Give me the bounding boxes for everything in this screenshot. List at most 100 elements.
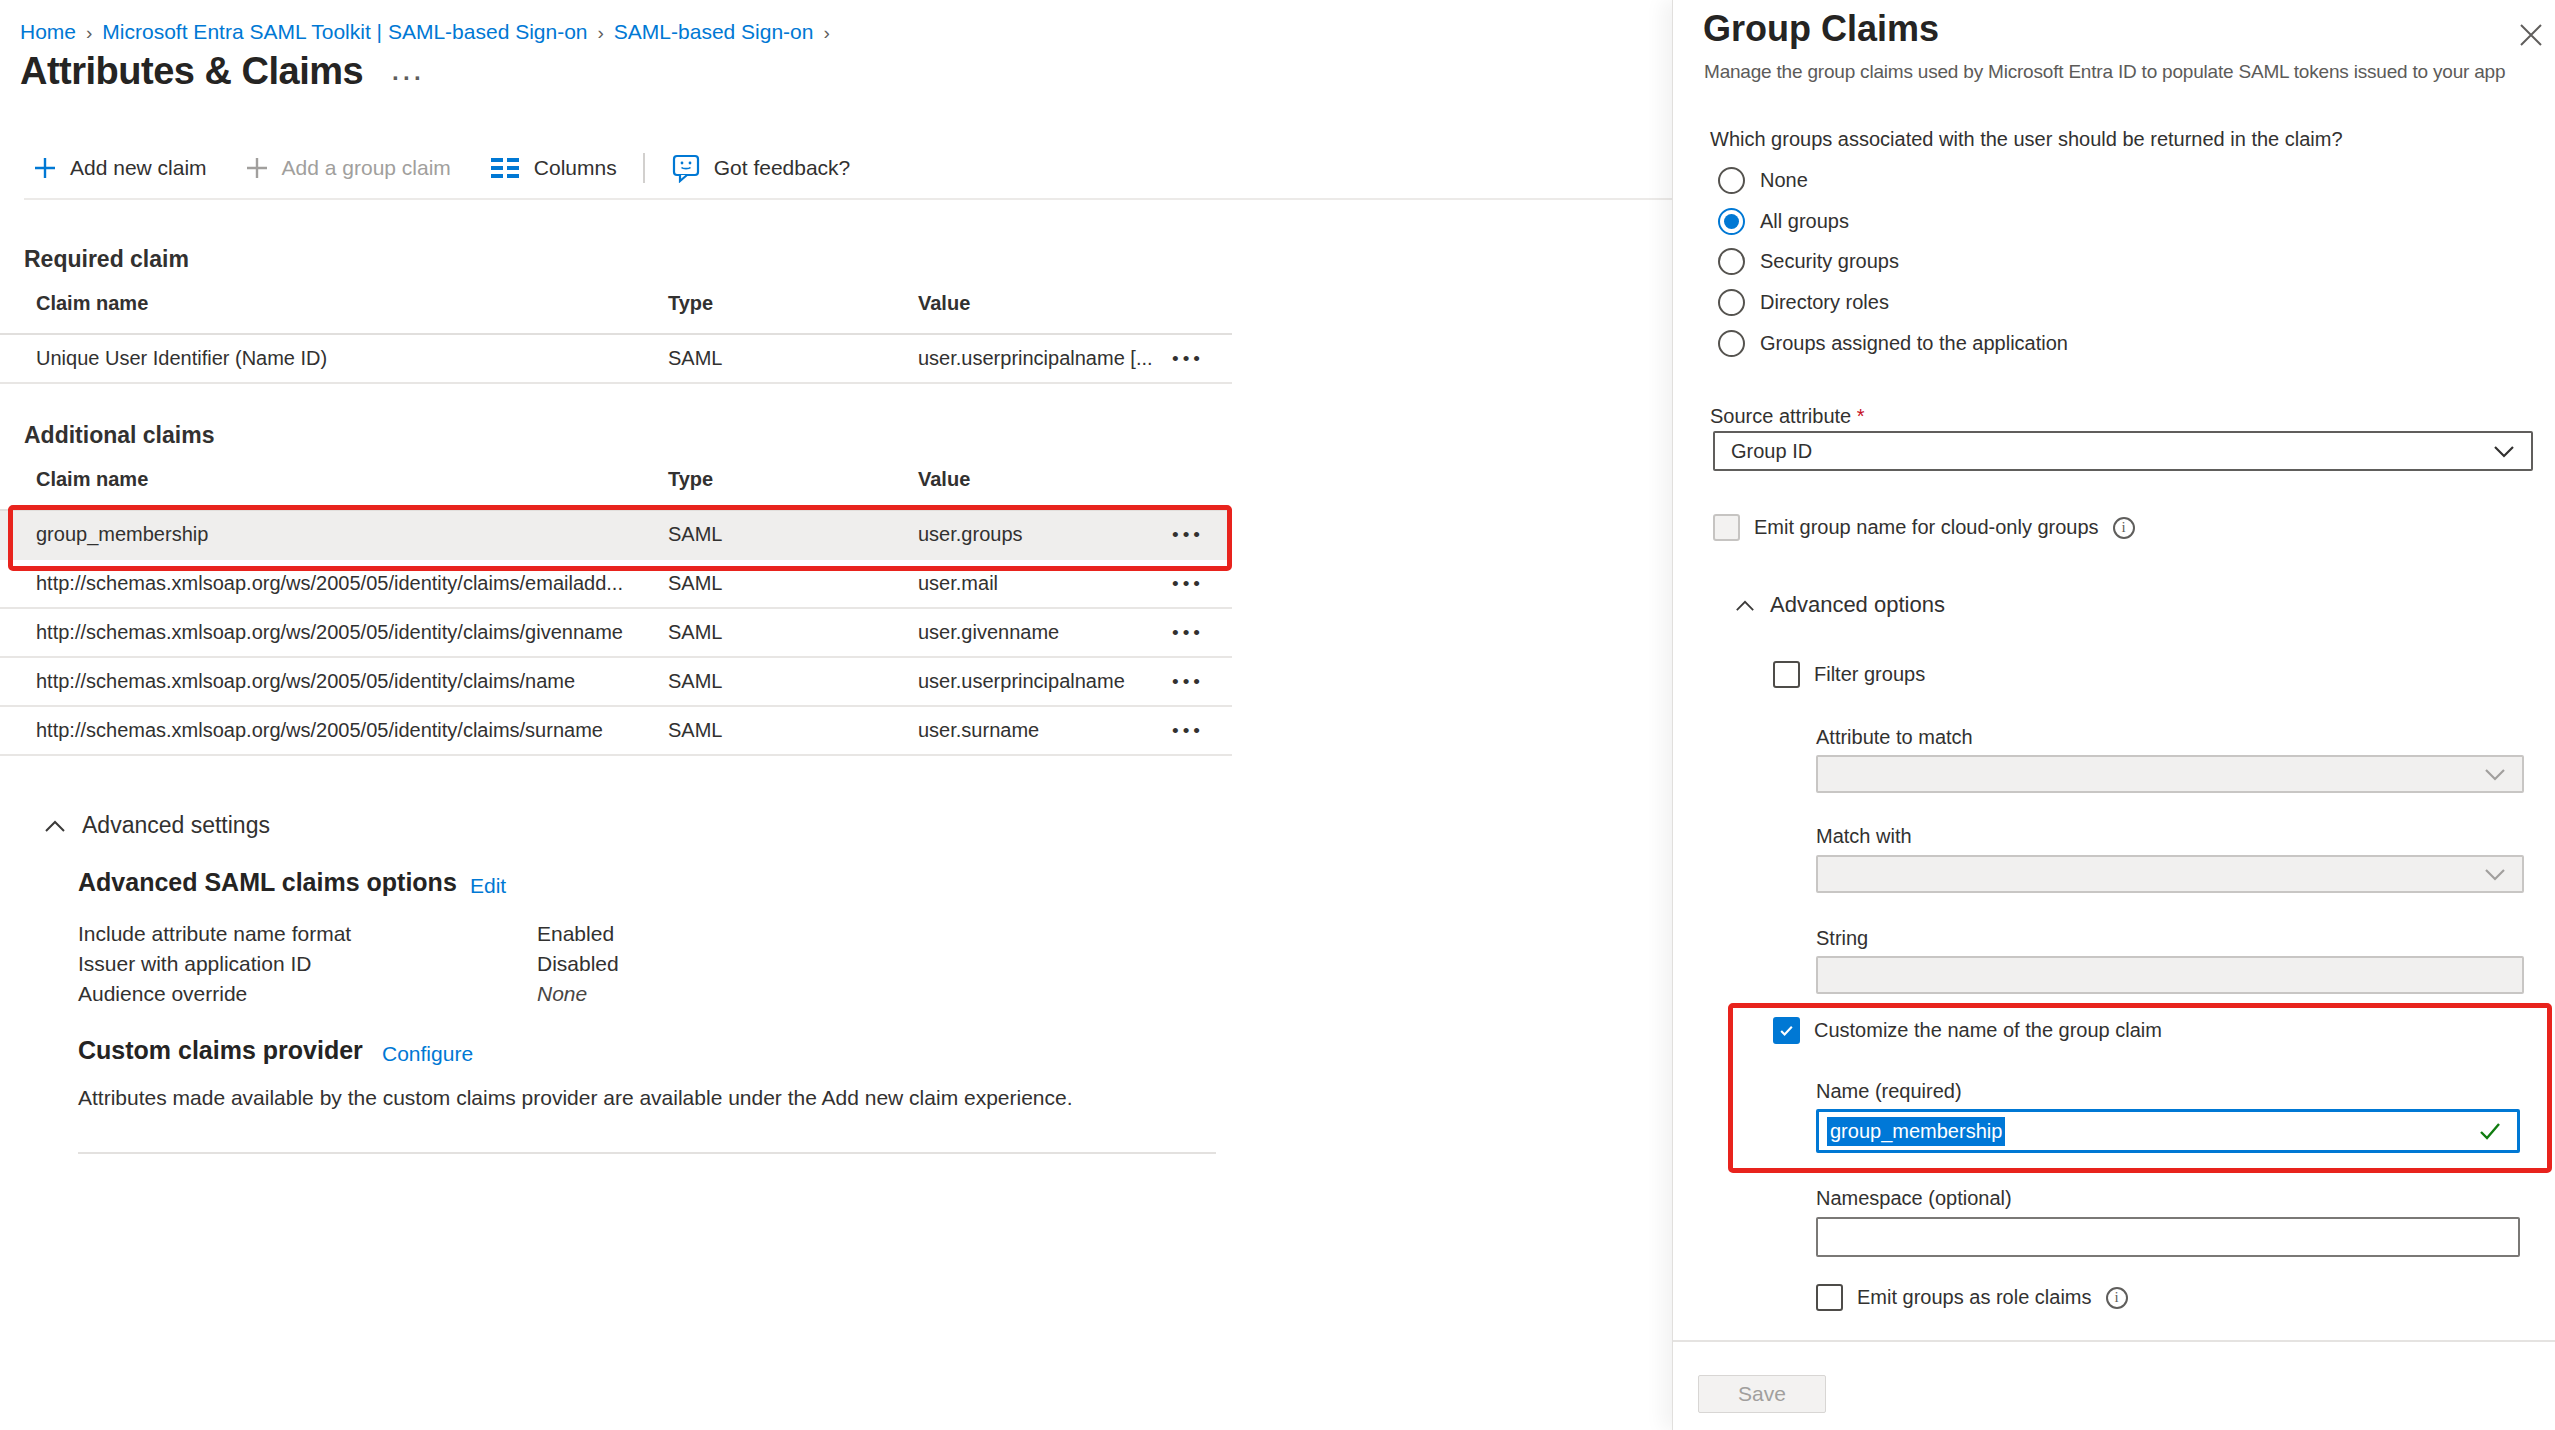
match-with-dropdown[interactable]	[1816, 855, 2524, 893]
group-claim-name-input[interactable]: group_membership	[1816, 1109, 2520, 1153]
radio-icon	[1718, 289, 1745, 316]
checkbox-unchecked-icon	[1773, 661, 1800, 688]
plus-icon	[245, 156, 269, 180]
chevron-down-icon	[2484, 868, 2506, 881]
add-group-claim-button[interactable]: Add a group claim	[245, 156, 451, 180]
row-menu-button[interactable]: •••	[1158, 720, 1218, 742]
valid-check-icon	[2477, 1118, 2503, 1144]
namespace-input[interactable]	[1816, 1217, 2520, 1257]
table-row[interactable]: http://schemas.xmlsoap.org/ws/2005/05/id…	[0, 560, 1232, 609]
customize-name-label: Customize the name of the group claim	[1814, 1019, 2162, 1042]
claim-type: SAML	[668, 670, 918, 693]
name-required-label: Name (required)	[1816, 1080, 1962, 1103]
table-row[interactable]: http://schemas.xmlsoap.org/ws/2005/05/id…	[0, 658, 1232, 707]
breadcrumb-separator: ›	[823, 22, 829, 43]
filter-groups-label: Filter groups	[1814, 663, 1925, 686]
info-icon[interactable]: i	[2106, 1287, 2128, 1309]
radio-icon	[1718, 248, 1745, 275]
radio-option-none[interactable]: None	[1718, 167, 1808, 194]
row-menu-button[interactable]: •••	[1158, 622, 1218, 644]
info-icon[interactable]: i	[2113, 517, 2135, 539]
claim-type: SAML	[668, 347, 918, 370]
section-divider	[78, 1152, 1216, 1154]
radio-label: All groups	[1760, 210, 1849, 233]
string-input[interactable]	[1816, 956, 2524, 994]
source-attribute-dropdown[interactable]: Group ID	[1713, 431, 2533, 471]
claim-name: http://schemas.xmlsoap.org/ws/2005/05/id…	[36, 572, 668, 595]
required-claim-heading: Required claim	[24, 246, 189, 273]
radio-icon	[1718, 330, 1745, 357]
table-row-group-membership[interactable]: group_membership SAML user.groups •••	[0, 511, 1232, 560]
table-row[interactable]: http://schemas.xmlsoap.org/ws/2005/05/id…	[0, 707, 1232, 756]
chevron-down-icon	[2484, 768, 2506, 781]
claim-name: Unique User Identifier (Name ID)	[36, 347, 668, 370]
row-menu-button[interactable]: •••	[1158, 524, 1218, 546]
custom-claims-provider-description: Attributes made available by the custom …	[78, 1086, 1073, 1110]
radio-icon	[1718, 167, 1745, 194]
kv-value: Enabled	[537, 922, 614, 946]
table-row[interactable]: http://schemas.xmlsoap.org/ws/2005/05/id…	[0, 609, 1232, 658]
breadcrumb-separator: ›	[598, 22, 604, 43]
selected-text: group_membership	[1827, 1117, 2005, 1146]
source-attribute-value: Group ID	[1731, 440, 1812, 463]
close-icon[interactable]	[2518, 22, 2544, 48]
add-new-claim-label: Add new claim	[70, 156, 207, 180]
saml-options-heading: Advanced SAML claims options	[78, 868, 457, 897]
plus-icon	[33, 156, 57, 180]
breadcrumb-toolkit[interactable]: Microsoft Entra SAML Toolkit | SAML-base…	[102, 20, 587, 43]
radio-option-security-groups[interactable]: Security groups	[1718, 248, 1899, 275]
claim-type: SAML	[668, 572, 918, 595]
breadcrumb-separator: ›	[86, 22, 92, 43]
emit-group-name-checkbox-row[interactable]: Emit group name for cloud-only groups i	[1713, 514, 2135, 541]
add-new-claim-button[interactable]: Add new claim	[33, 156, 207, 180]
claim-type: SAML	[668, 523, 918, 546]
advanced-settings-label: Advanced settings	[82, 812, 270, 839]
radio-label: Directory roles	[1760, 291, 1889, 314]
table-row[interactable]: Unique User Identifier (Name ID) SAML us…	[0, 335, 1232, 384]
source-attribute-label-text: Source attribute	[1710, 405, 1851, 427]
table-header: Claim name Type Value	[0, 462, 1232, 511]
row-menu-button[interactable]: •••	[1158, 573, 1218, 595]
add-group-claim-label: Add a group claim	[282, 156, 451, 180]
radio-option-all-groups[interactable]: All groups	[1718, 208, 1849, 235]
radio-label: Security groups	[1760, 250, 1899, 273]
command-bar: Add new claim Add a group claim Columns …	[33, 148, 850, 188]
row-menu-button[interactable]: •••	[1158, 348, 1218, 370]
advanced-settings-toggle[interactable]: Advanced settings	[44, 812, 270, 839]
claim-type: SAML	[668, 621, 918, 644]
customize-name-checkbox-row[interactable]: Customize the name of the group claim	[1773, 1017, 2162, 1044]
col-claim-name: Claim name	[36, 292, 668, 315]
chevron-down-icon	[2493, 445, 2515, 458]
additional-claims-table: Claim name Type Value group_membership S…	[0, 462, 1232, 756]
edit-link[interactable]: Edit	[470, 874, 506, 898]
feedback-label: Got feedback?	[714, 156, 851, 180]
footer-divider	[1673, 1340, 2555, 1342]
toolbar-divider	[24, 198, 1672, 200]
required-claim-table: Claim name Type Value Unique User Identi…	[0, 286, 1232, 384]
breadcrumb-home[interactable]: Home	[20, 20, 76, 43]
attribute-to-match-label: Attribute to match	[1816, 726, 1973, 749]
radio-option-directory-roles[interactable]: Directory roles	[1718, 289, 1889, 316]
advanced-options-toggle[interactable]: Advanced options	[1735, 592, 1945, 618]
columns-label: Columns	[534, 156, 617, 180]
claim-name: http://schemas.xmlsoap.org/ws/2005/05/id…	[36, 621, 668, 644]
feedback-button[interactable]: Got feedback?	[671, 153, 851, 183]
configure-link[interactable]: Configure	[382, 1042, 473, 1066]
attribute-to-match-dropdown[interactable]	[1816, 755, 2524, 793]
col-value: Value	[918, 292, 1218, 315]
claim-name: http://schemas.xmlsoap.org/ws/2005/05/id…	[36, 670, 668, 693]
radio-option-groups-assigned[interactable]: Groups assigned to the application	[1718, 330, 2068, 357]
kv-value: None	[537, 982, 587, 1006]
advanced-options-label: Advanced options	[1770, 592, 1945, 618]
namespace-label: Namespace (optional)	[1816, 1187, 2012, 1210]
columns-button[interactable]: Columns	[491, 156, 617, 180]
save-button[interactable]: Save	[1698, 1375, 1826, 1413]
custom-claims-provider-heading: Custom claims provider	[78, 1036, 363, 1065]
columns-icon	[491, 157, 521, 179]
breadcrumb-saml-signon[interactable]: SAML-based Sign-on	[614, 20, 814, 43]
row-menu-button[interactable]: •••	[1158, 671, 1218, 693]
filter-groups-checkbox-row[interactable]: Filter groups	[1773, 661, 1925, 688]
page-more-menu-button[interactable]: ···	[392, 64, 425, 92]
page-title: Attributes & Claims	[20, 50, 363, 93]
emit-roles-checkbox-row[interactable]: Emit groups as role claims i	[1816, 1284, 2128, 1311]
